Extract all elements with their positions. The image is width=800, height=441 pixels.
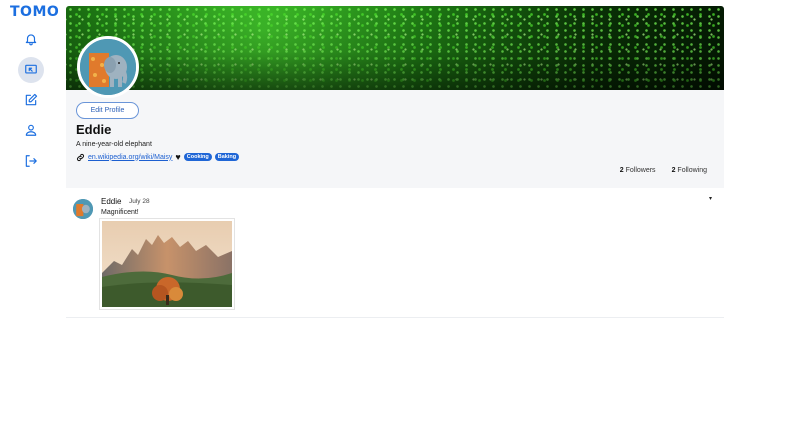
elephant-avatar-image — [80, 39, 136, 95]
profile-bio: A nine-year-old elephant — [76, 141, 152, 148]
link-icon — [76, 153, 85, 161]
app-logo[interactable]: TOMO — [10, 4, 59, 20]
profile-website-link[interactable]: en.wikipedia.org/wiki/Maisy — [88, 154, 172, 161]
edit-profile-button[interactable]: Edit Profile — [76, 102, 139, 119]
sidebar-item-feed[interactable] — [18, 57, 44, 83]
post-author-name[interactable]: Eddie — [101, 197, 121, 206]
mountain-landscape-image — [102, 221, 232, 307]
post-menu-chevron-icon[interactable]: ▾ — [709, 195, 712, 202]
sidebar-item-profile[interactable] — [18, 117, 44, 143]
profile-details: Edit Profile Eddie A nine-year-old eleph… — [66, 90, 724, 188]
sidebar-item-notifications[interactable] — [18, 26, 44, 52]
tag-cooking[interactable]: Cooking — [183, 153, 212, 161]
profile-name: Eddie — [76, 122, 112, 137]
heart-icon: ♥ — [175, 152, 181, 162]
post-date: July 28 — [129, 198, 150, 205]
post-item: Eddie July 28 Magnificent! ▾ — [66, 190, 724, 318]
cast-icon — [25, 64, 37, 74]
profile-link-row: en.wikipedia.org/wiki/Maisy ♥ Cooking Ba… — [76, 152, 240, 162]
edit-icon — [25, 93, 38, 106]
post-author-avatar[interactable] — [73, 199, 93, 219]
user-icon — [25, 124, 37, 136]
sidebar-item-compose[interactable] — [18, 87, 44, 113]
post-text: Magnificent! — [101, 209, 139, 216]
elephant-avatar-image — [73, 199, 93, 219]
sidebar: TOMO — [0, 0, 60, 441]
post-image[interactable] — [99, 218, 235, 310]
profile-avatar — [77, 36, 139, 98]
tag-baking[interactable]: Baking — [214, 153, 240, 161]
sidebar-item-logout[interactable] — [18, 148, 44, 174]
bell-icon — [25, 34, 37, 46]
profile-banner — [66, 6, 724, 90]
following-stat[interactable]: 2 Following — [672, 167, 707, 174]
logout-icon — [25, 155, 37, 167]
followers-stat[interactable]: 2 Followers — [620, 167, 656, 174]
follow-stats: 2 Followers 2 Following — [620, 167, 707, 174]
